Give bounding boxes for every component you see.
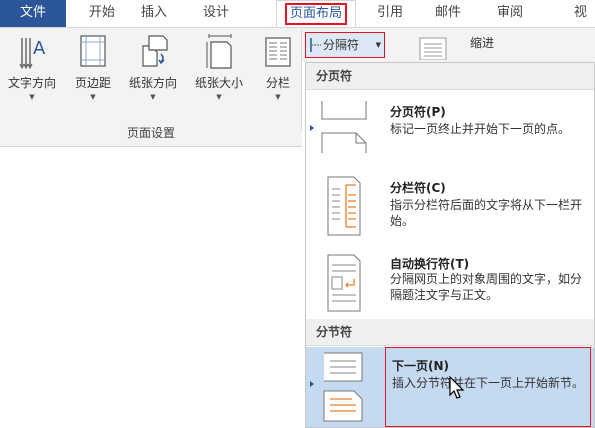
text-direction-button[interactable]: A 文字方向 ▼ bbox=[2, 32, 62, 101]
tab-view[interactable]: 视 bbox=[566, 0, 595, 27]
next-page-highlight-outline bbox=[385, 347, 591, 427]
chevron-down-icon: ▼ bbox=[150, 93, 156, 101]
chevron-down-icon: ▼ bbox=[375, 41, 381, 49]
tab-references[interactable]: 引用 bbox=[368, 0, 412, 27]
column-break-description: 指示分栏符后面的文字将从下一栏开始。 bbox=[390, 198, 583, 228]
page-setup-group-label: 页面设置 bbox=[126, 126, 175, 140]
next-page-break-icon bbox=[323, 352, 363, 422]
margins-label: 页边距 bbox=[74, 76, 111, 90]
page-size-button[interactable]: 纸张大小 ▼ bbox=[186, 32, 252, 101]
breaks-label: 分隔符 bbox=[323, 38, 360, 52]
tab-mailings[interactable]: 邮件 bbox=[426, 0, 470, 27]
tab-design[interactable]: 设计 bbox=[194, 0, 238, 27]
tab-insert[interactable]: 插入 bbox=[132, 0, 176, 27]
page-break-item[interactable]: 分页符(P) 标记一页终止并开始下一页的点。 bbox=[306, 91, 594, 165]
text-direction-icon: A bbox=[19, 38, 46, 70]
chevron-down-icon: ▼ bbox=[216, 93, 222, 101]
tab-review[interactable]: 审阅 bbox=[488, 0, 532, 27]
mouse-cursor-icon bbox=[449, 376, 465, 399]
arrow-right-icon bbox=[310, 125, 314, 131]
tab-file[interactable]: 文件 bbox=[0, 0, 66, 27]
text-direction-label: 文字方向 bbox=[7, 76, 56, 90]
breaks-icon bbox=[310, 38, 321, 52]
page-break-icon bbox=[321, 101, 367, 153]
chevron-down-icon: ▼ bbox=[90, 93, 96, 101]
text-wrapping-break-icon bbox=[327, 254, 361, 312]
tab-page-layout[interactable]: 页面布局 bbox=[276, 0, 356, 27]
page-break-title: 分页符(P) bbox=[390, 105, 446, 119]
column-break-item[interactable]: 分栏符(C) 指示分栏符后面的文字将从下一栏开始。 bbox=[306, 165, 594, 247]
orientation-icon bbox=[142, 35, 168, 67]
page-size-icon bbox=[206, 34, 232, 69]
section-breaks-header: 分节符 bbox=[306, 319, 594, 346]
breaks-button[interactable]: 分隔符 ▼ bbox=[305, 32, 385, 58]
margins-button[interactable]: 页边距 ▼ bbox=[66, 32, 120, 101]
tab-home[interactable]: 开始 bbox=[80, 0, 124, 27]
page-setup-group: A 文字方向 ▼ 页边距 ▼ 纸张方向 ▼ 纸张大小 ▼ 分栏 ▼ 页面设置 bbox=[0, 28, 302, 147]
arrow-right-icon bbox=[310, 381, 314, 387]
orientation-label: 纸张方向 bbox=[128, 76, 177, 90]
indent-label: 缩进 bbox=[470, 36, 495, 50]
indent-icon bbox=[419, 37, 447, 60]
column-break-icon bbox=[327, 176, 361, 236]
breaks-dropdown-menu: 分页符 分页符(P) 标记一页终止并开始下一页的点。 分栏符(C) 指示分栏符后… bbox=[305, 62, 595, 428]
column-break-title: 分栏符(C) bbox=[390, 181, 446, 195]
orientation-button[interactable]: 纸张方向 ▼ bbox=[121, 32, 185, 101]
columns-label: 分栏 bbox=[265, 76, 290, 90]
text-wrapping-break-description: 分隔网页上的对象周围的文字，如分隔题注文字与正文。 bbox=[390, 272, 583, 302]
page-size-label: 纸张大小 bbox=[194, 76, 243, 90]
chevron-down-icon: ▼ bbox=[29, 93, 35, 101]
margins-icon bbox=[80, 35, 106, 67]
tab-page-layout-label: 页面布局 bbox=[284, 3, 347, 25]
text-wrapping-break-title: 自动换行符(T) bbox=[390, 257, 470, 271]
text-wrapping-break-item[interactable]: 自动换行符(T) 分隔网页上的对象周围的文字，如分隔题注文字与正文。 bbox=[306, 247, 594, 319]
columns-icon bbox=[265, 37, 291, 67]
svg-text:A: A bbox=[33, 38, 46, 59]
ribbon-tab-bar: 文件 开始 插入 设计 页面布局 引用 邮件 审阅 视 bbox=[0, 0, 595, 28]
page-breaks-header: 分页符 bbox=[306, 63, 594, 90]
columns-button[interactable]: 分栏 ▼ bbox=[258, 32, 298, 101]
page-break-description: 标记一页终止并开始下一页的点。 bbox=[390, 122, 571, 136]
chevron-down-icon: ▼ bbox=[275, 93, 281, 101]
